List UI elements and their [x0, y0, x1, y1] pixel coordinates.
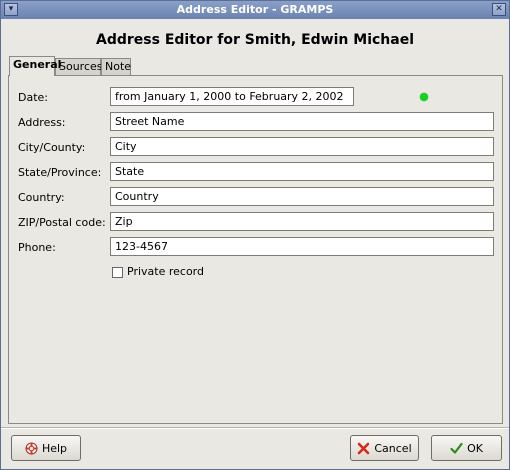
- help-button-label: Help: [41, 442, 68, 455]
- phone-field[interactable]: 123-4567: [110, 237, 494, 256]
- cancel-button-label: Cancel: [374, 442, 412, 455]
- date-valid-indicator-icon: [420, 93, 428, 101]
- country-field[interactable]: Country: [110, 187, 494, 206]
- city-label: City/County:: [18, 141, 86, 154]
- address-field[interactable]: Street Name: [110, 112, 494, 131]
- private-record-checkbox[interactable]: [112, 267, 123, 278]
- button-separator: [1, 427, 509, 429]
- zip-label: ZIP/Postal code:: [18, 216, 106, 229]
- lifebuoy-icon: [25, 442, 38, 455]
- address-label: Address:: [18, 116, 66, 129]
- date-label: Date:: [18, 91, 48, 104]
- dialog-heading: Address Editor for Smith, Edwin Michael: [96, 32, 414, 48]
- help-button[interactable]: Help: [11, 435, 81, 461]
- red-x-icon: [358, 442, 370, 455]
- tab-note[interactable]: Note: [101, 58, 131, 75]
- state-field[interactable]: State: [110, 162, 494, 181]
- zip-field[interactable]: Zip: [110, 212, 494, 231]
- state-label: State/Province:: [18, 166, 102, 179]
- tab-general[interactable]: General: [9, 56, 61, 76]
- address-editor-window: ▾ Address Editor - GRAMPS ✕ Address Edit…: [0, 0, 510, 470]
- title-bar[interactable]: ▾ Address Editor - GRAMPS ✕: [1, 1, 509, 19]
- country-label: Country:: [18, 191, 65, 204]
- city-field[interactable]: City: [110, 137, 494, 156]
- ok-button-label: OK: [467, 442, 483, 455]
- window-title: Address Editor - GRAMPS: [176, 3, 334, 16]
- cancel-button[interactable]: Cancel: [350, 435, 419, 461]
- window-close-icon[interactable]: ✕: [492, 3, 506, 16]
- private-record-label[interactable]: Private record: [127, 265, 204, 278]
- tab-sources[interactable]: Sources: [55, 58, 103, 75]
- phone-label: Phone:: [18, 241, 56, 254]
- date-field[interactable]: from January 1, 2000 to February 2, 2002: [110, 87, 354, 106]
- ok-button[interactable]: OK: [431, 435, 502, 461]
- checkmark-icon: [450, 442, 463, 454]
